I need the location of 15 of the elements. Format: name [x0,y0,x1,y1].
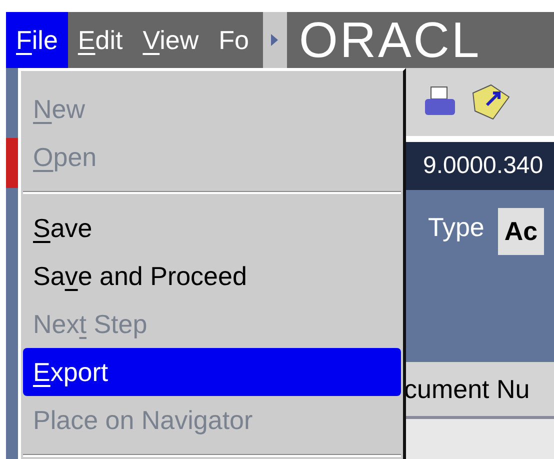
triangle-right-icon [271,34,278,46]
menu-item[interactable]: Edit [68,12,133,68]
menu-entry[interactable]: Export [23,348,401,396]
version-text: 9.0000.340 [423,151,544,181]
field-label: Type [428,211,484,244]
logo: ORACL [298,12,482,68]
menu-item[interactable]: View [132,12,209,68]
menu-item[interactable]: Fo [208,12,259,68]
input-field[interactable]: Ac [498,208,544,255]
menu-entry[interactable]: Save and Proceed [23,252,401,300]
folder-icon[interactable] [471,83,511,121]
status-marker [6,138,18,188]
menu-item[interactable]: File [6,12,68,68]
menu-entry[interactable]: Save [23,204,401,252]
scroll-right-button[interactable] [262,12,287,68]
